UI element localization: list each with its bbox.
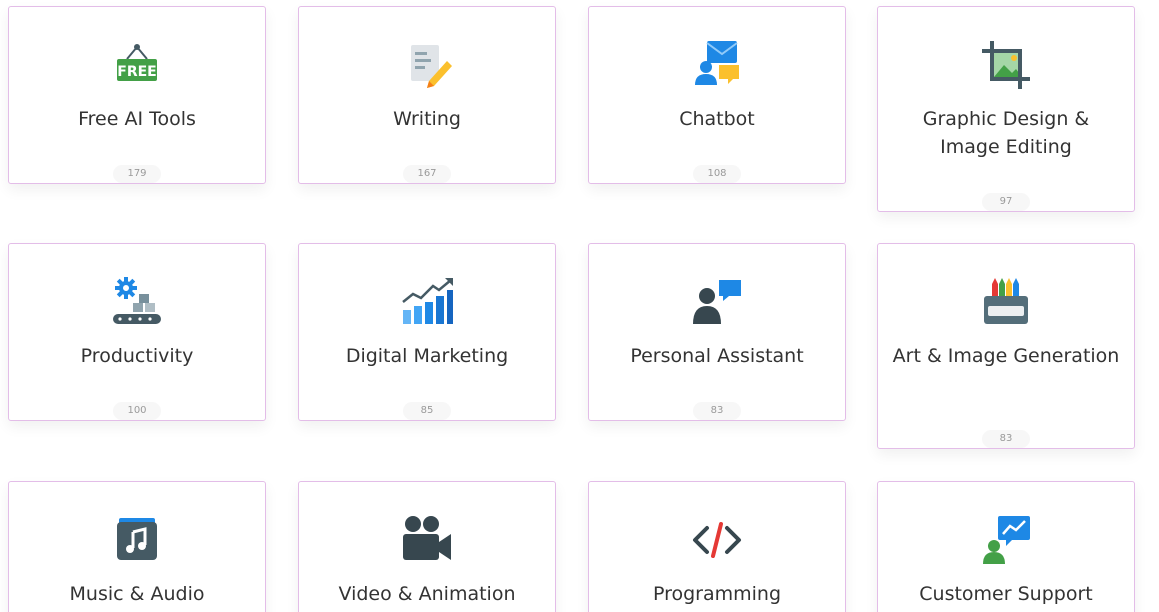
category-card-programming[interactable]: Programming bbox=[588, 481, 846, 612]
category-label: Writing bbox=[393, 108, 461, 130]
category-label: Music & Audio bbox=[69, 583, 205, 605]
free-sign-icon: FREE bbox=[109, 37, 165, 93]
category-card-customer-support[interactable]: Customer Support bbox=[877, 481, 1135, 612]
category-label: Productivity bbox=[80, 345, 194, 367]
category-label: Free AI Tools bbox=[78, 108, 196, 130]
category-card-graphic-design[interactable]: Graphic Design & Image Editing 97 bbox=[877, 6, 1135, 212]
category-count-badge: 179 bbox=[113, 165, 161, 183]
chat-user-icon bbox=[689, 37, 745, 93]
category-count-badge: 108 bbox=[693, 165, 741, 183]
crop-image-icon bbox=[978, 37, 1034, 93]
category-card-personal-assistant[interactable]: Personal Assistant 83 bbox=[588, 243, 846, 421]
category-label: Customer Support bbox=[919, 583, 1093, 605]
category-label: Personal Assistant bbox=[630, 345, 804, 367]
category-label: Chatbot bbox=[679, 108, 755, 130]
svg-text:FREE: FREE bbox=[117, 64, 156, 80]
category-label: Digital Marketing bbox=[345, 345, 509, 367]
category-card-music-audio[interactable]: Music & Audio bbox=[8, 481, 266, 612]
category-count-badge: 167 bbox=[403, 165, 451, 183]
category-label: Video & Animation bbox=[338, 583, 516, 605]
crayons-icon bbox=[978, 274, 1034, 330]
gear-conveyor-icon bbox=[109, 274, 165, 330]
growth-chart-icon bbox=[399, 274, 455, 330]
category-label: Art & Image Generation bbox=[892, 345, 1120, 367]
category-card-writing[interactable]: Writing 167 bbox=[298, 6, 556, 184]
code-icon bbox=[689, 512, 745, 568]
category-label: Graphic Design & Image Editing bbox=[922, 108, 1090, 158]
category-grid: FREE Free AI Tools 179 Writing 167 Chatb… bbox=[0, 0, 1159, 612]
music-note-icon bbox=[109, 512, 165, 568]
category-count-badge: 85 bbox=[403, 402, 451, 420]
category-card-free-ai-tools[interactable]: FREE Free AI Tools 179 bbox=[8, 6, 266, 184]
user-message-icon bbox=[689, 274, 745, 330]
category-card-productivity[interactable]: Productivity 100 bbox=[8, 243, 266, 421]
category-count-badge: 97 bbox=[982, 193, 1030, 211]
category-count-badge: 83 bbox=[982, 430, 1030, 448]
support-chart-icon bbox=[978, 512, 1034, 568]
video-camera-icon bbox=[399, 512, 455, 568]
category-card-digital-marketing[interactable]: Digital Marketing 85 bbox=[298, 243, 556, 421]
category-card-chatbot[interactable]: Chatbot 108 bbox=[588, 6, 846, 184]
document-pencil-icon bbox=[399, 37, 455, 93]
category-card-art-image-generation[interactable]: Art & Image Generation 83 bbox=[877, 243, 1135, 449]
category-card-video-animation[interactable]: Video & Animation bbox=[298, 481, 556, 612]
category-count-badge: 83 bbox=[693, 402, 741, 420]
category-label: Programming bbox=[652, 583, 782, 605]
category-count-badge: 100 bbox=[113, 402, 161, 420]
